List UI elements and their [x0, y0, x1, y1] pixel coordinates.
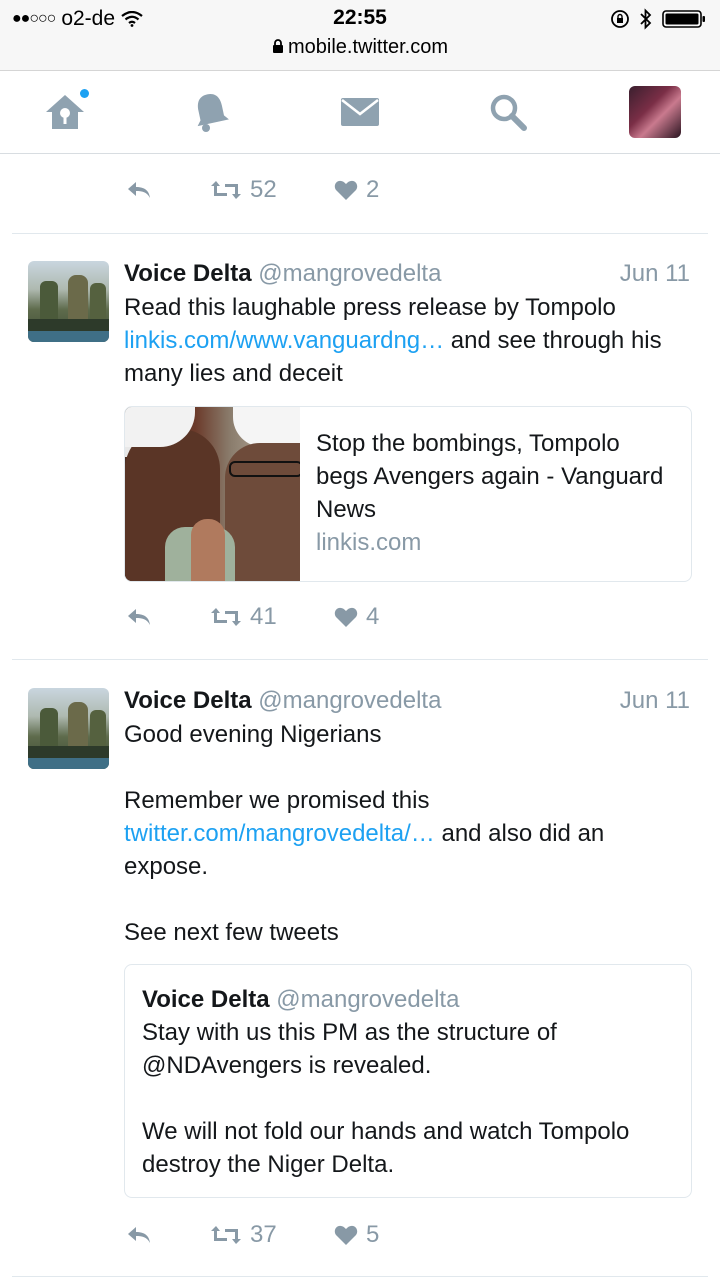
heart-icon [334, 180, 358, 200]
retweet-count: 52 [250, 176, 277, 203]
link-card[interactable]: Stop the bombings, Tompolo begs Avengers… [124, 406, 692, 582]
heart-icon [334, 607, 358, 627]
tweet-divider [12, 1276, 708, 1277]
top-nav [0, 71, 720, 154]
retweet-icon [211, 608, 241, 626]
reply-icon [128, 609, 150, 625]
link-card-text: Stop the bombings, Tompolo begs Avengers… [316, 427, 676, 559]
quoted-tweet-body: Voice Delta @mangrovedelta Stay with us … [142, 983, 672, 1181]
like-count: 2 [366, 176, 380, 203]
reply-button[interactable] [126, 607, 210, 627]
tweet-author-handle[interactable]: @mangrovedelta [258, 687, 441, 714]
tweet-link[interactable]: twitter.com/mangrovedelta/… [124, 820, 435, 847]
nav-profile[interactable] [628, 85, 682, 139]
lock-icon [272, 39, 283, 53]
quoted-author-name: Voice Delta [142, 986, 270, 1013]
system-indicators [610, 8, 706, 30]
tweet-text-part: Remember we promised this [124, 787, 430, 814]
tweet-actions: 41 4 [126, 603, 379, 631]
retweet-icon [211, 181, 241, 199]
url-text: mobile.twitter.com [287, 36, 449, 58]
home-icon [46, 95, 84, 129]
quoted-author-handle: @mangrovedelta [276, 986, 460, 1013]
retweet-button[interactable]: 37 [210, 1221, 334, 1249]
tweet-author-handle[interactable]: @mangrovedelta [258, 260, 441, 287]
tweet-divider [12, 659, 708, 660]
tweet-text: Read this laughable press release by Tom… [124, 291, 690, 390]
tweet-link[interactable]: linkis.com/www.vanguardng… [124, 327, 444, 354]
link-card-image [125, 407, 300, 581]
envelope-icon [341, 98, 379, 126]
retweet-count: 37 [250, 1221, 277, 1248]
tweet-header: Voice Delta @mangrovedelta Jun 11 [124, 260, 690, 288]
tweet-text-line: Good evening Nigerians [124, 721, 382, 748]
reply-icon [128, 1227, 150, 1243]
quoted-text: We will not fold our hands and watch Tom… [142, 1118, 630, 1178]
tweet-date[interactable]: Jun 11 [620, 687, 690, 715]
tweet-text-line: See next few tweets [124, 919, 339, 946]
reply-button[interactable] [126, 180, 210, 200]
link-card-title: Stop the bombings, Tompolo begs Avengers… [316, 430, 664, 523]
like-button[interactable]: 5 [334, 1221, 379, 1249]
link-card-domain: linkis.com [316, 529, 422, 556]
retweet-button[interactable]: 52 [210, 176, 334, 204]
tweet-actions: 52 2 [126, 176, 379, 204]
quoted-text: Stay with us this PM as the structure of… [142, 1019, 557, 1079]
like-count: 4 [366, 603, 380, 630]
like-count: 5 [366, 1221, 380, 1248]
avatar [629, 86, 681, 138]
nav-search[interactable] [481, 85, 535, 139]
like-button[interactable]: 4 [334, 603, 379, 631]
retweet-button[interactable]: 41 [210, 603, 334, 631]
tweet-header: Voice Delta @mangrovedelta Jun 11 [124, 687, 690, 715]
search-icon [490, 94, 527, 131]
reply-icon [128, 182, 150, 198]
nav-messages[interactable] [333, 85, 387, 139]
tweet-avatar[interactable] [28, 261, 109, 342]
rotation-lock-icon [611, 10, 629, 28]
tweet-date[interactable]: Jun 11 [620, 260, 690, 288]
tweet-text: Good evening Nigerians Remember we promi… [124, 718, 690, 949]
quoted-tweet[interactable]: Voice Delta @mangrovedelta Stay with us … [124, 964, 692, 1198]
nav-notifications[interactable] [184, 85, 238, 139]
retweet-icon [211, 1226, 241, 1244]
reply-button[interactable] [126, 1225, 210, 1245]
status-bar: ●●○○○ o2-de 22:55 mobile.twitter.com [0, 0, 720, 71]
tweet-divider [12, 233, 708, 234]
battery-icon [662, 10, 705, 28]
address-bar[interactable]: mobile.twitter.com [0, 36, 720, 59]
bell-icon [197, 94, 229, 132]
like-button[interactable]: 2 [334, 176, 379, 204]
tweet-avatar[interactable] [28, 688, 109, 769]
notification-dot [80, 89, 89, 98]
bluetooth-icon [640, 8, 652, 30]
retweet-count: 41 [250, 603, 277, 630]
tweet-author-name[interactable]: Voice Delta [124, 687, 252, 714]
tweet-text-part: Read this laughable press release by Tom… [124, 294, 616, 321]
heart-icon [334, 1225, 358, 1245]
nav-home[interactable] [38, 85, 92, 139]
tweet-actions: 37 5 [126, 1221, 379, 1249]
tweet-author-name[interactable]: Voice Delta [124, 260, 252, 287]
